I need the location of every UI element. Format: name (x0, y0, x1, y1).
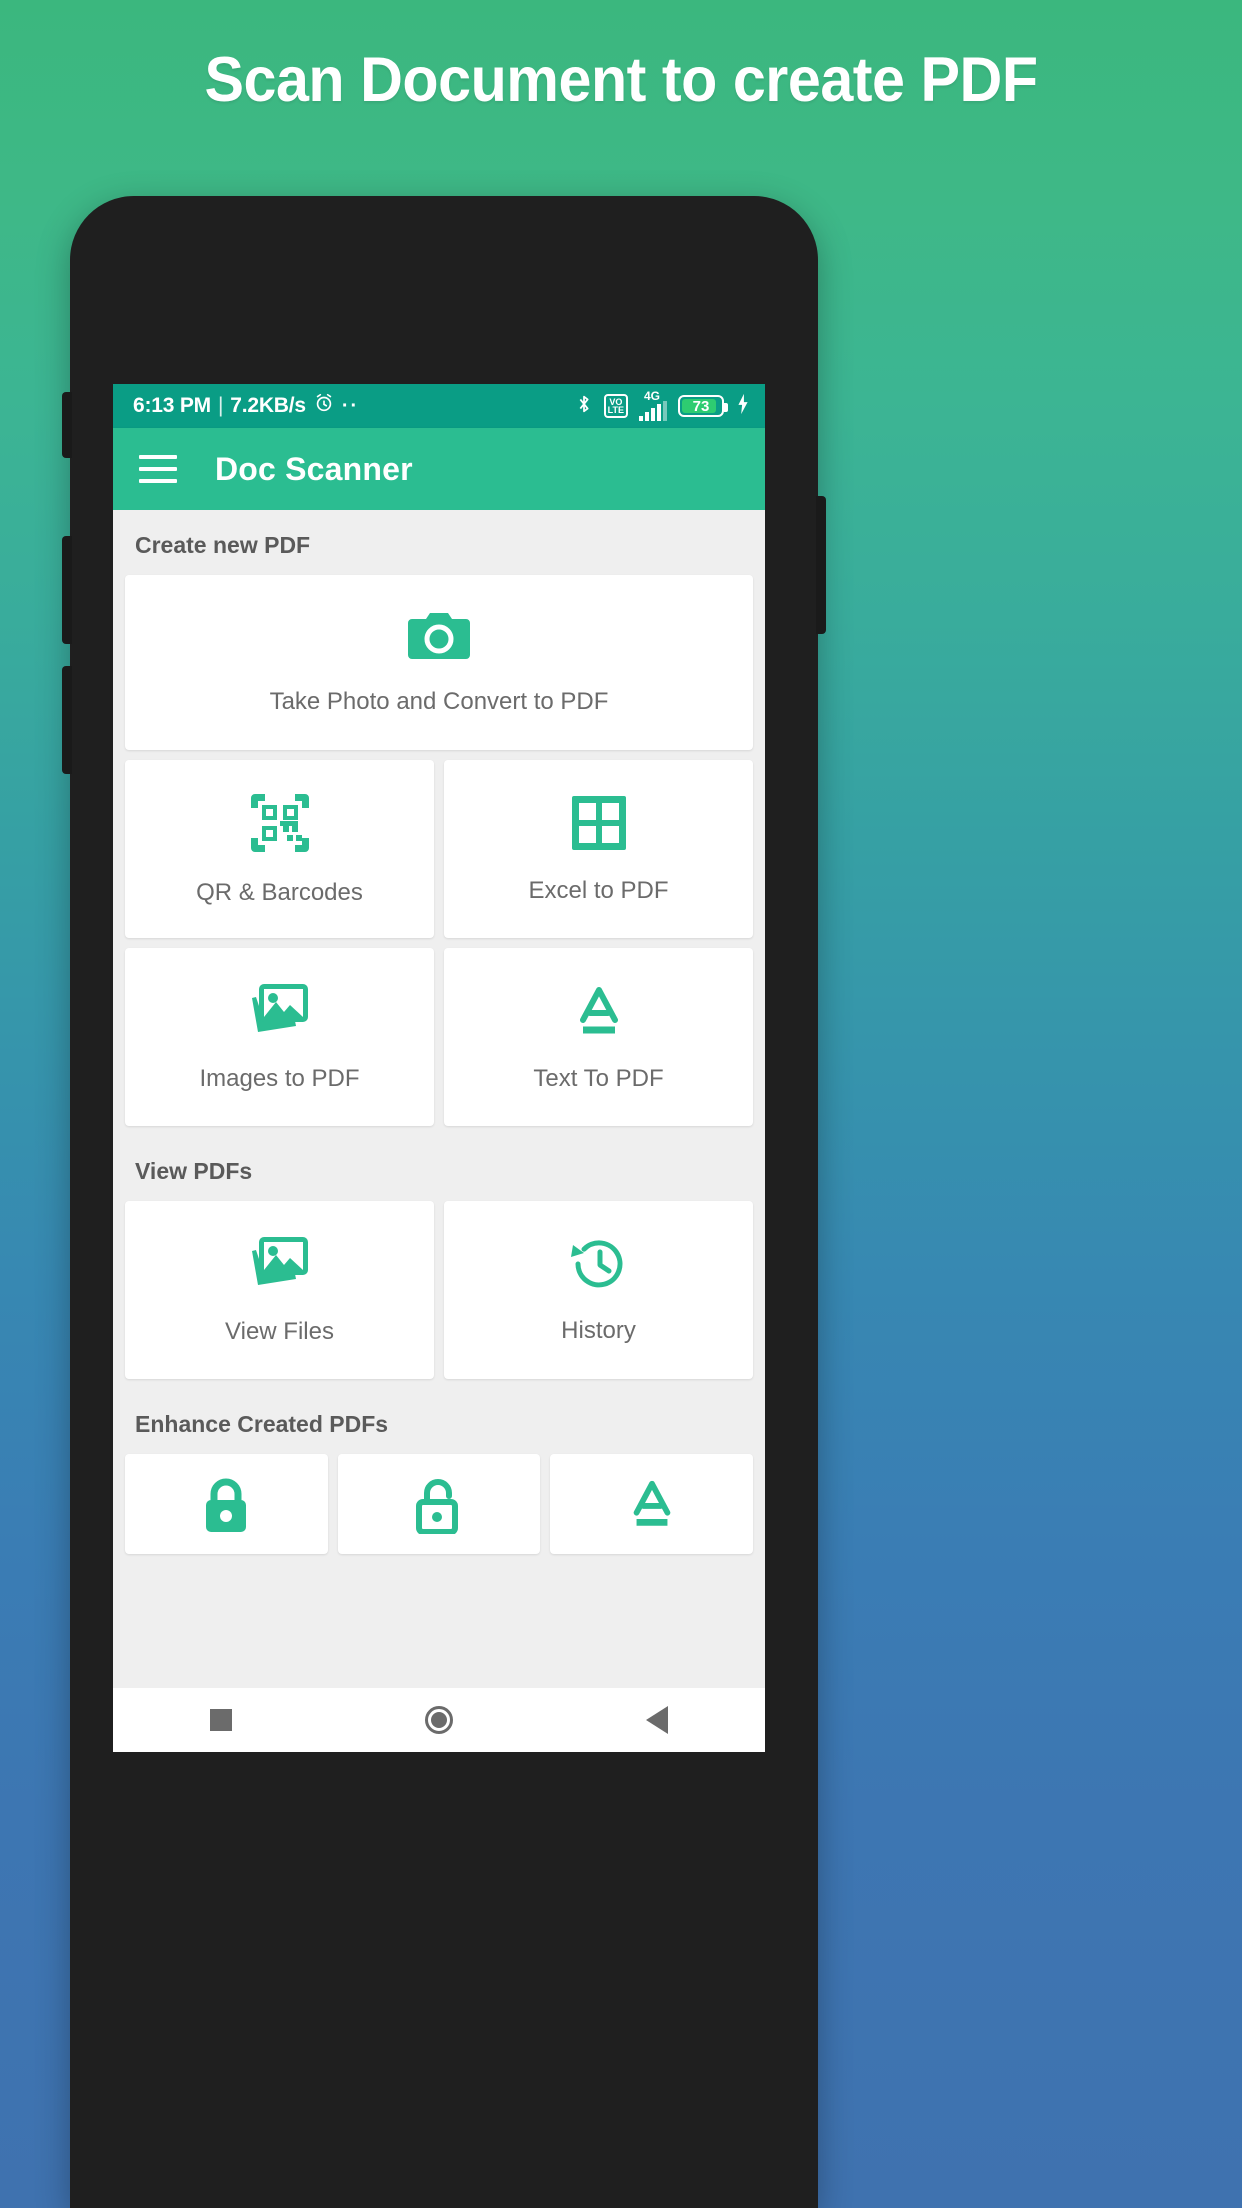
battery-indicator: 73 (678, 395, 728, 417)
history-clock-icon (569, 1236, 629, 1297)
card-label: Images to PDF (199, 1064, 360, 1092)
grid-row-2: Images to PDF Text To PDF (113, 948, 765, 1136)
home-circle-icon[interactable] (424, 1706, 453, 1734)
charging-bolt-icon (735, 393, 751, 420)
lock-closed-icon (200, 1476, 252, 1539)
card-images-to-pdf[interactable]: Images to PDF (125, 948, 434, 1126)
lock-open-icon (411, 1476, 467, 1539)
card-label: Text To PDF (533, 1064, 664, 1092)
card-unlock-pdf[interactable] (337, 1454, 541, 1554)
phone-screen: 6:13 PM | 7.2KB/s ·· VO LTE 4G 73 Doc Sc… (113, 384, 765, 1752)
signal-bars-icon: 4G (639, 389, 667, 421)
qr-code-icon (249, 792, 311, 859)
volume-up-button[interactable] (62, 536, 72, 644)
card-qr-barcodes[interactable]: QR & Barcodes (125, 760, 434, 938)
status-time: 6:13 PM (133, 394, 211, 417)
grid-table-icon (570, 794, 628, 857)
section-title-enhance: Enhance Created PDFs (135, 1411, 389, 1437)
status-bar-left: 6:13 PM | 7.2KB/s ·· (133, 392, 359, 420)
grid-row-1: QR & Barcodes Excel to PDF (113, 760, 765, 948)
card-view-files[interactable]: View Files (125, 1201, 434, 1379)
status-network-speed: 7.2KB/s (230, 394, 306, 417)
status-separator: | (217, 394, 224, 417)
card-take-photo[interactable]: Take Photo and Convert to PDF (125, 575, 753, 750)
main-content: Create new PDF Take Photo and Convert to… (113, 510, 765, 1688)
text-a-underline-icon (624, 1476, 680, 1537)
camera-icon (408, 609, 470, 668)
card-add-text-pdf[interactable] (550, 1454, 754, 1554)
card-label: History (561, 1316, 636, 1344)
section-title-create: Create new PDF (135, 532, 311, 558)
text-a-underline-icon (570, 982, 628, 1045)
card-label: QR & Barcodes (196, 878, 363, 906)
card-excel-to-pdf[interactable]: Excel to PDF (444, 760, 753, 938)
section-title-view: View PDFs (135, 1158, 253, 1184)
power-button[interactable] (816, 496, 826, 634)
status-bar-right: VO LTE 4G 73 (575, 389, 751, 421)
recents-square-icon[interactable] (209, 1709, 232, 1731)
card-label: View Files (225, 1317, 334, 1345)
app-bar: Doc Scanner (113, 428, 765, 510)
android-nav-bar (113, 1688, 765, 1752)
network-type-label: 4G (644, 389, 661, 403)
card-label: Take Photo and Convert to PDF (269, 688, 609, 715)
battery-percent: 73 (692, 397, 710, 415)
page-title: Doc Scanner (215, 450, 413, 487)
grid-row-3: View Files History (113, 1201, 765, 1389)
volte-icon: VO LTE (603, 394, 628, 418)
card-lock-pdf[interactable] (125, 1454, 328, 1554)
card-label: Excel to PDF (528, 876, 669, 904)
volume-down-button[interactable] (62, 666, 72, 774)
back-triangle-icon[interactable] (646, 1706, 669, 1734)
card-text-to-pdf[interactable]: Text To PDF (444, 948, 753, 1126)
mute-switch-button[interactable] (62, 392, 72, 458)
card-history[interactable]: History (444, 1201, 753, 1379)
promo-banner: Scan Document to create PDF 6:13 PM | 7.… (0, 0, 1242, 2208)
bluetooth-icon (575, 393, 593, 420)
promo-headline: Scan Document to create PDF (204, 45, 1038, 115)
grid-row-4 (113, 1454, 765, 1554)
status-bar: 6:13 PM | 7.2KB/s ·· VO LTE 4G 73 (113, 384, 765, 428)
alarm-clock-icon (313, 392, 335, 420)
hamburger-menu-icon[interactable] (139, 455, 177, 483)
images-stack-icon (248, 1235, 312, 1298)
images-stack-icon (248, 982, 312, 1045)
phone-device: 6:13 PM | 7.2KB/s ·· VO LTE 4G 73 Doc Sc… (62, 196, 826, 2208)
notification-dots: ·· (341, 394, 360, 417)
